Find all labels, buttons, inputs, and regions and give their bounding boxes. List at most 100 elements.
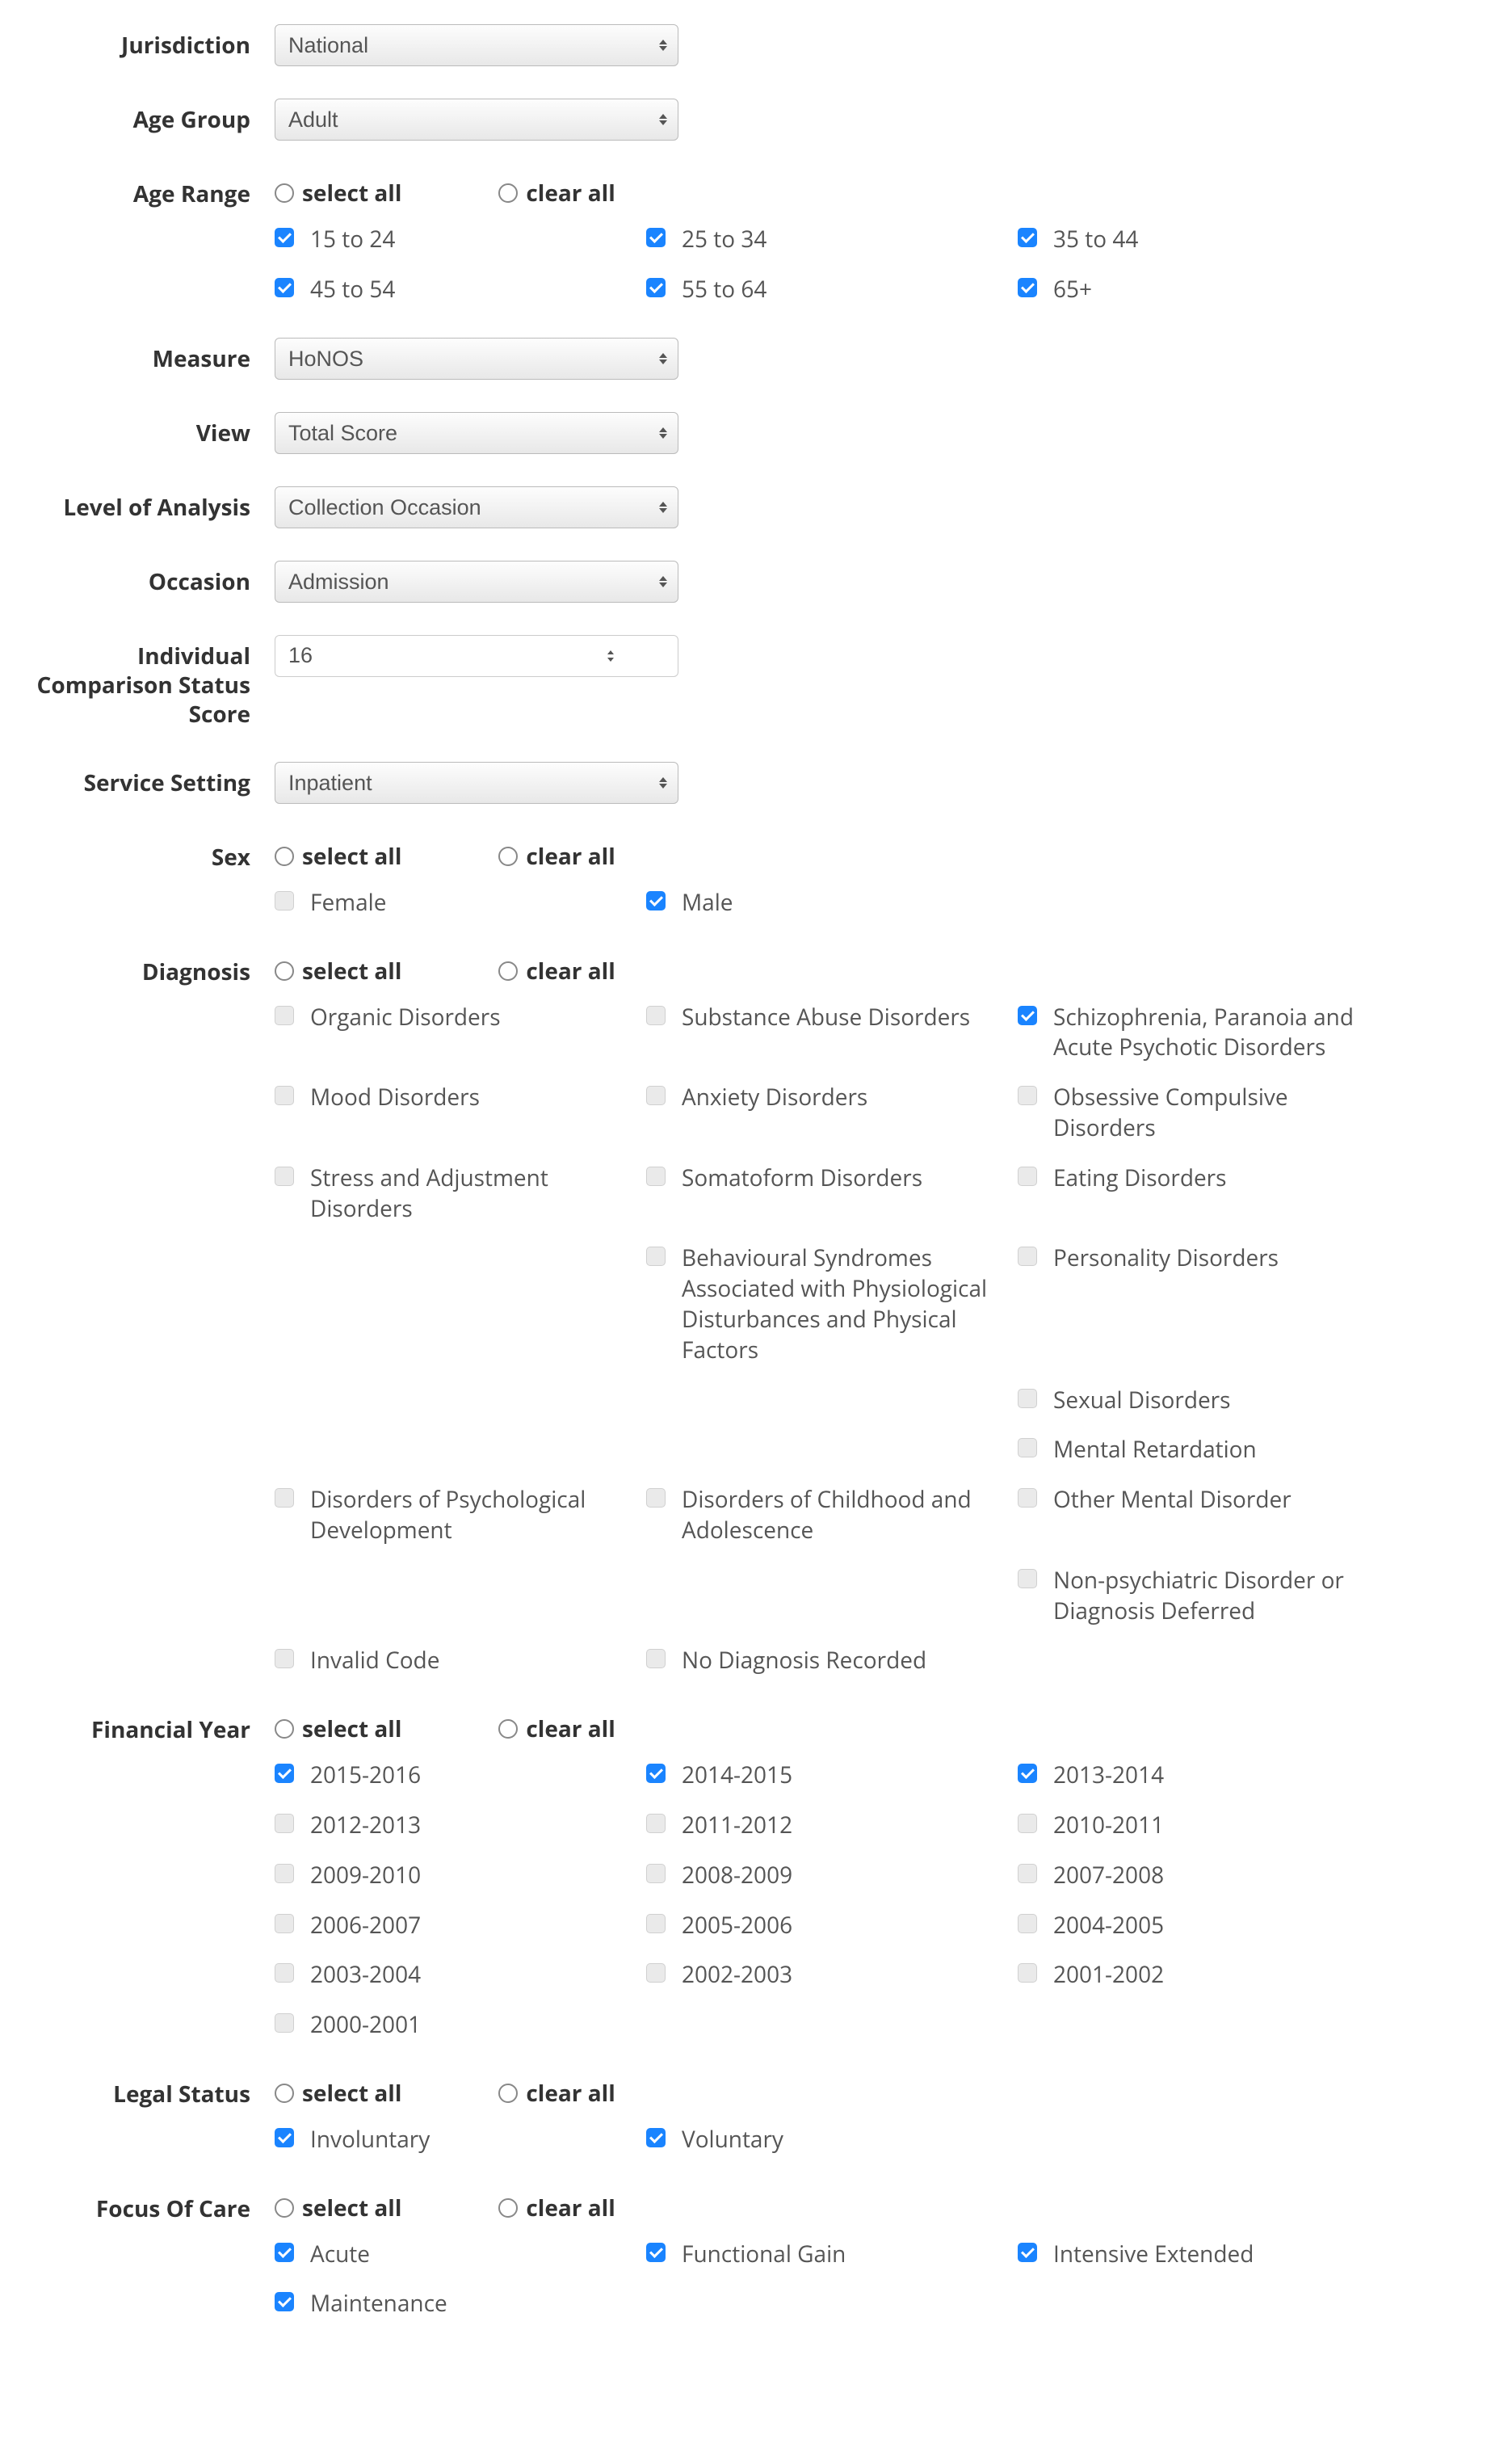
checkbox-item[interactable]: Voluntary xyxy=(646,2125,1018,2155)
checkbox-item[interactable]: Organic Disorders xyxy=(275,1003,646,1064)
checkbox-item[interactable]: 2013-2014 xyxy=(1018,1760,1389,1791)
checkbox-item[interactable]: Maintenance xyxy=(275,2289,646,2319)
checkbox-icon xyxy=(646,278,666,297)
checkbox-item[interactable]: Behavioural Syndromes Associated with Ph… xyxy=(646,1243,1018,1365)
checkbox-item[interactable]: Disorders of Childhood and Adolescence xyxy=(646,1485,1018,1546)
checkbox-icon xyxy=(1018,228,1037,247)
checkbox-item[interactable]: 25 to 34 xyxy=(646,225,1018,255)
row-view: View Total Score xyxy=(32,412,1480,454)
checkbox-item[interactable]: 2007-2008 xyxy=(1018,1861,1389,1891)
checkbox-label: Acute xyxy=(310,2239,370,2270)
checkbox-item[interactable]: 45 to 54 xyxy=(275,275,646,305)
checkbox-icon xyxy=(275,1006,294,1025)
checkbox-icon xyxy=(1018,2243,1037,2262)
radio-clear-all[interactable]: clear all xyxy=(498,841,615,872)
checkbox-item[interactable]: Schizophrenia, Paranoia and Acute Psycho… xyxy=(1018,1003,1389,1064)
select-level-of-analysis[interactable]: Collection Occasion xyxy=(275,486,678,528)
checkbox-item[interactable]: 2005-2006 xyxy=(646,1911,1018,1941)
checkbox-item[interactable]: Sexual Disorders xyxy=(1018,1386,1389,1416)
select-view[interactable]: Total Score xyxy=(275,412,678,454)
checkbox-item[interactable]: 2010-2011 xyxy=(1018,1810,1389,1841)
input-individual-comparison[interactable] xyxy=(275,635,678,677)
label-service-setting: Service Setting xyxy=(32,762,275,797)
checkbox-item[interactable]: 2003-2004 xyxy=(275,1960,646,1991)
radio-select-all[interactable]: select all xyxy=(275,841,401,872)
checkbox-label: Eating Disorders xyxy=(1053,1163,1226,1194)
radio-select-all[interactable]: select all xyxy=(275,2078,401,2109)
checkbox-item[interactable]: Non-psychiatric Disorder or Diagnosis De… xyxy=(1018,1566,1389,1627)
label-age-group: Age Group xyxy=(32,99,275,134)
checkbox-item[interactable]: Invalid Code xyxy=(275,1646,646,1676)
checkbox-icon xyxy=(1018,1963,1037,1983)
radio-select-all[interactable]: select all xyxy=(275,2193,401,2223)
checkbox-item[interactable]: 2014-2015 xyxy=(646,1760,1018,1791)
checkbox-item[interactable]: 2001-2002 xyxy=(1018,1960,1389,1991)
select-occasion[interactable]: Admission xyxy=(275,561,678,603)
checkbox-item[interactable]: 2006-2007 xyxy=(275,1911,646,1941)
checkbox-item[interactable]: Stress and Adjustment Disorders xyxy=(275,1163,646,1225)
checkbox-label: Personality Disorders xyxy=(1053,1243,1279,1274)
checkbox-item[interactable]: Intensive Extended xyxy=(1018,2239,1389,2270)
checkbox-icon xyxy=(646,1247,666,1266)
checkbox-item[interactable]: 35 to 44 xyxy=(1018,225,1389,255)
checkbox-label: Invalid Code xyxy=(310,1646,439,1676)
label-level-of-analysis: Level of Analysis xyxy=(32,486,275,522)
checkbox-item[interactable]: Personality Disorders xyxy=(1018,1243,1389,1365)
checkbox-item[interactable]: Acute xyxy=(275,2239,646,2270)
checkbox-item[interactable]: 2008-2009 xyxy=(646,1861,1018,1891)
checkbox-item[interactable]: Substance Abuse Disorders xyxy=(646,1003,1018,1064)
checkbox-item[interactable]: Somatoform Disorders xyxy=(646,1163,1018,1225)
checkbox-icon xyxy=(275,1488,294,1508)
checkbox-icon xyxy=(646,2243,666,2262)
checkbox-icon xyxy=(646,1914,666,1933)
checkbox-item[interactable]: Disorders of Psychological Development xyxy=(275,1485,646,1546)
label-age-range: Age Range xyxy=(32,173,275,208)
checkbox-item[interactable]: Other Mental Disorder xyxy=(1018,1485,1389,1546)
radio-clear-all[interactable]: clear all xyxy=(498,2078,615,2109)
select-service-setting[interactable]: Inpatient xyxy=(275,762,678,804)
radio-select-all[interactable]: select all xyxy=(275,1714,401,1744)
checkbox-icon xyxy=(1018,278,1037,297)
checkbox-item[interactable]: 2004-2005 xyxy=(1018,1911,1389,1941)
radio-icon xyxy=(498,2084,518,2103)
radio-select-all[interactable]: select all xyxy=(275,956,401,986)
checkbox-item[interactable]: Functional Gain xyxy=(646,2239,1018,2270)
checkbox-item[interactable]: No Diagnosis Recorded xyxy=(646,1646,1018,1676)
checkbox-item[interactable]: 65+ xyxy=(1018,275,1389,305)
checkbox-item[interactable]: 55 to 64 xyxy=(646,275,1018,305)
checkbox-item[interactable]: Anxiety Disorders xyxy=(646,1083,1018,1144)
radio-clear-all[interactable]: clear all xyxy=(498,178,615,208)
checkbox-label: 25 to 34 xyxy=(682,225,766,255)
select-measure[interactable]: HoNOS xyxy=(275,338,678,380)
row-financial-year: Financial Year select all clear all 2015… xyxy=(32,1709,1480,2041)
radio-select-all[interactable]: select all xyxy=(275,178,401,208)
checkbox-icon xyxy=(646,891,666,910)
checkbox-item[interactable]: Mood Disorders xyxy=(275,1083,646,1144)
checkbox-item[interactable]: 15 to 24 xyxy=(275,225,646,255)
radio-clear-all[interactable]: clear all xyxy=(498,1714,615,1744)
checkbox-item[interactable]: Mental Retardation xyxy=(1018,1435,1389,1466)
radio-clear-all[interactable]: clear all xyxy=(498,2193,615,2223)
checkbox-label: 2006-2007 xyxy=(310,1911,421,1941)
checkbox-label: Substance Abuse Disorders xyxy=(682,1003,970,1033)
checkbox-item[interactable]: 2012-2013 xyxy=(275,1810,646,1841)
checkbox-item[interactable]: 2011-2012 xyxy=(646,1810,1018,1841)
row-service-setting: Service Setting Inpatient xyxy=(32,762,1480,804)
checkbox-item[interactable]: Female xyxy=(275,888,646,919)
checkbox-item[interactable]: Involuntary xyxy=(275,2125,646,2155)
checkbox-item[interactable]: 2009-2010 xyxy=(275,1861,646,1891)
checkbox-item[interactable]: 2002-2003 xyxy=(646,1960,1018,1991)
label-focus-of-care: Focus Of Care xyxy=(32,2188,275,2223)
select-jurisdiction[interactable]: National xyxy=(275,24,678,66)
checkbox-item[interactable]: Eating Disorders xyxy=(1018,1163,1389,1225)
checkbox-item[interactable]: Male xyxy=(646,888,1018,919)
checkbox-item[interactable]: 2015-2016 xyxy=(275,1760,646,1791)
radio-clear-all[interactable]: clear all xyxy=(498,956,615,986)
select-age-group[interactable]: Adult xyxy=(275,99,678,141)
checkbox-icon xyxy=(275,1167,294,1186)
radio-icon xyxy=(275,1719,294,1739)
checkbox-item[interactable]: 2000-2001 xyxy=(275,2010,646,2041)
checkbox-label: Maintenance xyxy=(310,2289,447,2319)
checkbox-item[interactable]: Obsessive Compulsive Disorders xyxy=(1018,1083,1389,1144)
checkbox-label: Schizophrenia, Paranoia and Acute Psycho… xyxy=(1053,1003,1373,1064)
